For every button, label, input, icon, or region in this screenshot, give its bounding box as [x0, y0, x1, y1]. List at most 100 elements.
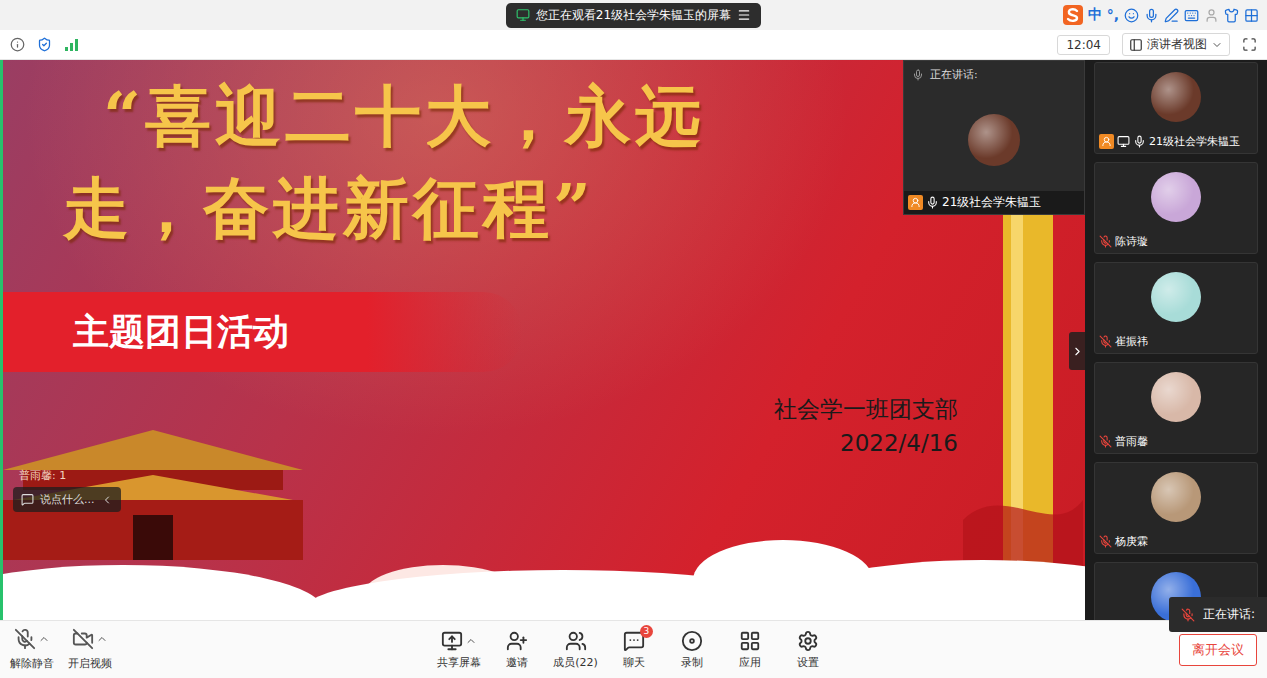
participant-name: 21级社会学朱韫玉 — [1149, 134, 1240, 149]
mic-muted-icon[interactable] — [1099, 235, 1112, 248]
mic-muted-icon[interactable] — [1099, 535, 1112, 548]
avatar — [1151, 272, 1201, 322]
video-icon — [72, 628, 94, 650]
chat-icon — [21, 493, 34, 506]
mic-icon[interactable] — [1133, 135, 1146, 148]
tool-label: 应用 — [739, 655, 761, 670]
video-button[interactable]: 开启视频 — [68, 628, 112, 671]
sogou-logo-icon[interactable] — [1063, 5, 1083, 25]
mic-muted-icon[interactable] — [1099, 435, 1112, 448]
settings-icon — [797, 630, 819, 652]
danmaku-message: 普雨馨: 1 — [13, 468, 66, 483]
layout-icon — [1129, 38, 1143, 52]
user-icon[interactable] — [1204, 8, 1219, 23]
info-bar: 12:04 演讲者视图 — [0, 30, 1267, 60]
main-area: “喜迎二十大，永远走，奋进新征程”主题团日活动社会学一班团支部2022/4/16… — [0, 60, 1267, 620]
sharing-icon — [1117, 135, 1130, 148]
screen-share-icon — [516, 8, 530, 22]
slide-org: 社会学一班团支部2022/4/16 — [738, 394, 958, 458]
chevron-right-icon — [1071, 345, 1084, 358]
mic-icon[interactable] — [926, 196, 939, 209]
chat-button[interactable]: 聊天3 — [612, 630, 656, 670]
tool-label: 共享屏幕 — [437, 655, 481, 670]
ime-punctuation[interactable]: °, — [1107, 7, 1119, 23]
emoji-icon[interactable] — [1124, 8, 1139, 23]
apps-icon — [739, 630, 761, 652]
participant-card[interactable]: 普雨馨 — [1094, 362, 1258, 454]
menu-icon[interactable] — [737, 8, 751, 22]
unread-badge: 3 — [640, 625, 653, 638]
fullscreen-icon[interactable] — [1242, 37, 1257, 52]
voice-icon[interactable] — [1144, 8, 1159, 23]
chat-input[interactable]: 说点什么... — [13, 487, 121, 512]
avatar — [1151, 372, 1201, 422]
share-button[interactable]: 共享屏幕 — [437, 630, 481, 670]
participant-name: 崔振祎 — [1115, 334, 1148, 349]
mic-icon — [14, 628, 36, 650]
participant-name: 普雨馨 — [1115, 434, 1148, 449]
share-icon — [441, 630, 463, 652]
banner-text: 您正在观看21级社会学朱韫玉的屏幕 — [536, 7, 731, 24]
speaker-name: 21级社会学朱韫玉 — [942, 194, 1041, 211]
shared-screen: “喜迎二十大，永远走，奋进新征程”主题团日活动社会学一班团支部2022/4/16… — [0, 60, 1085, 620]
caret-up-icon[interactable] — [38, 633, 50, 645]
tool-label: 解除静音 — [10, 656, 54, 671]
tool-label: 设置 — [797, 655, 819, 670]
signal-icon — [64, 38, 80, 52]
avatar — [1151, 172, 1201, 222]
caret-down-icon — [1211, 39, 1223, 51]
record-button[interactable]: 录制 — [670, 630, 714, 670]
participant-name: 陈诗璇 — [1115, 234, 1148, 249]
skin-icon[interactable] — [1224, 8, 1239, 23]
avatar — [1151, 472, 1201, 522]
participant-card[interactable]: 陈诗璇 — [1094, 162, 1258, 254]
info-icon[interactable] — [10, 37, 25, 52]
speaking-label: 正在讲话: — [930, 67, 978, 82]
mic-muted-icon[interactable] — [1099, 335, 1112, 348]
speaking-toast: 正在讲话: — [1169, 597, 1267, 632]
ime-toolbar: 中 °, — [1063, 5, 1267, 25]
invite-icon — [506, 630, 528, 652]
participant-list: 21级社会学朱韫玉陈诗璇崔振祎普雨馨杨庚霖 — [1085, 60, 1267, 620]
tiananmen-icon — [3, 410, 303, 560]
viewing-banner: 您正在观看21级社会学朱韫玉的屏幕 — [506, 3, 761, 28]
top-bar: 您正在观看21级社会学朱韫玉的屏幕 中 °, — [0, 0, 1267, 30]
avatar — [968, 114, 1020, 166]
collapse-icon[interactable] — [101, 494, 113, 506]
invite-button[interactable]: 邀请 — [495, 630, 539, 670]
mic-muted-icon[interactable] — [1181, 608, 1195, 622]
collapse-handle[interactable] — [1069, 332, 1085, 370]
host-icon — [908, 195, 923, 210]
tool-label: 聊天 — [623, 655, 645, 670]
participant-card[interactable]: 崔振祎 — [1094, 262, 1258, 354]
tool-label: 开启视频 — [68, 656, 112, 671]
subtitle-stripe: 主题团日活动 — [3, 292, 523, 372]
mic-icon — [912, 69, 924, 81]
apps-button[interactable]: 应用 — [728, 630, 772, 670]
record-icon — [681, 630, 703, 652]
tool-label: 录制 — [681, 655, 703, 670]
participant-card[interactable]: 21级社会学朱韫玉 — [1094, 62, 1258, 154]
meeting-time: 12:04 — [1057, 35, 1110, 55]
ime-language[interactable]: 中 — [1088, 6, 1102, 24]
caret-up-icon[interactable] — [96, 633, 108, 645]
caret-up-icon[interactable] — [465, 635, 477, 647]
settings-button[interactable]: 设置 — [786, 630, 830, 670]
tool-label: 成员(22) — [553, 655, 598, 670]
handwrite-icon[interactable] — [1164, 8, 1179, 23]
bottom-toolbar: 解除静音开启视频共享屏幕邀请成员(22)聊天3录制应用设置离开会议 — [0, 620, 1267, 678]
view-select[interactable]: 演讲者视图 — [1122, 33, 1230, 56]
members-icon — [565, 630, 587, 652]
leave-button[interactable]: 离开会议 — [1179, 634, 1257, 666]
clouds-icon — [3, 500, 1085, 620]
speaker-window[interactable]: 正在讲话: 21级社会学朱韫玉 — [903, 60, 1085, 215]
mic-button[interactable]: 解除静音 — [10, 628, 54, 671]
tool-label: 邀请 — [506, 655, 528, 670]
participant-card[interactable]: 杨庚霖 — [1094, 462, 1258, 554]
meeting-window: 您正在观看21级社会学朱韫玉的屏幕中°,12:04演讲者视图“喜迎二十大，永远走… — [0, 0, 1267, 678]
shield-icon[interactable] — [37, 37, 52, 52]
avatar — [1151, 72, 1201, 122]
toolbox-icon[interactable] — [1244, 8, 1259, 23]
keyboard-icon[interactable] — [1184, 8, 1199, 23]
members-button[interactable]: 成员(22) — [553, 630, 598, 670]
